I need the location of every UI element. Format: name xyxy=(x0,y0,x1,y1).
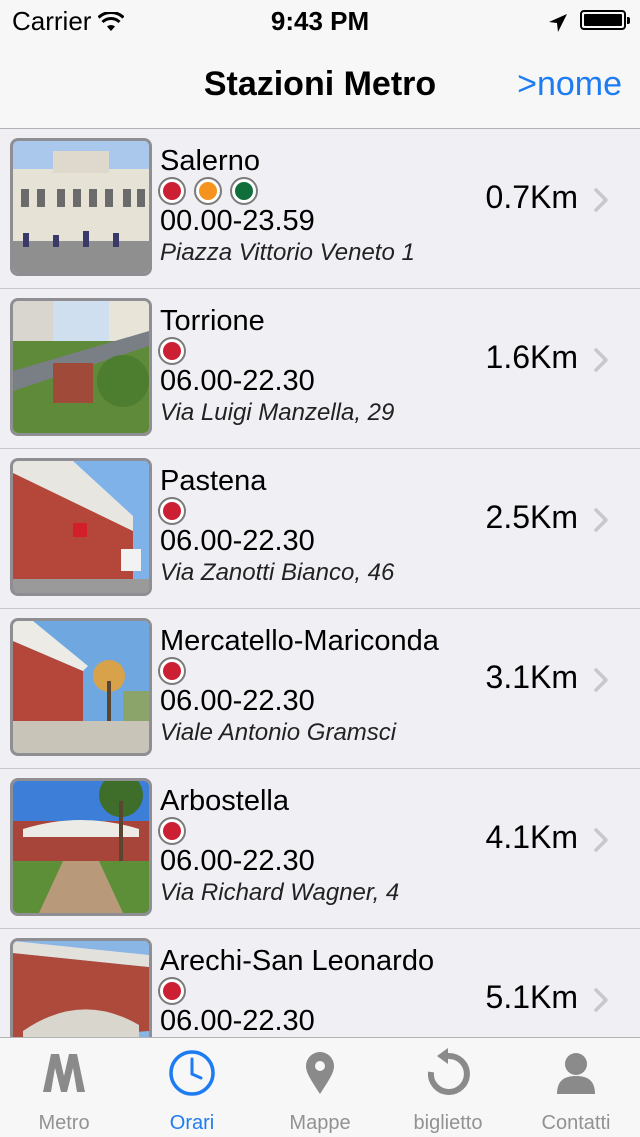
station-address: Via Zanotti Bianco, 46 xyxy=(160,559,395,586)
station-photo xyxy=(10,618,152,756)
clock-icon xyxy=(167,1048,217,1098)
chevron-right-icon xyxy=(593,187,609,218)
opening-hours: 06.00-22.30 xyxy=(160,1005,315,1037)
status-time: 9:43 PM xyxy=(270,6,370,36)
station-name: Arechi-San Leonardo xyxy=(160,945,435,977)
tab-label: Contatti xyxy=(541,1112,611,1134)
metro-lines xyxy=(158,337,194,367)
sort-by-name-button[interactable]: >nome xyxy=(517,65,622,104)
tab-bar: Metro Orari Mappe biglietto Contatti xyxy=(0,1037,640,1137)
station-distance: 2.5Km xyxy=(485,499,578,535)
metro-lines xyxy=(158,497,194,527)
station-list[interactable]: Salerno 00.00-23.59 Piazza Vittorio Veneto… xyxy=(0,129,640,1037)
station-name: Pastena xyxy=(160,465,267,497)
station-row[interactable]: Arbostella 06.00-22.30 Via Richard Wagner,… xyxy=(0,769,640,929)
station-row[interactable]: Arechi-San Leonardo 06.00-22.30 5.1Km xyxy=(0,929,640,1037)
chevron-right-icon xyxy=(593,507,609,538)
navigation-bar: Stazioni Metro >nome xyxy=(0,40,640,129)
status-bar: Carrier 9:43 PM xyxy=(0,0,640,40)
station-photo xyxy=(10,938,152,1037)
map-pin-icon xyxy=(295,1048,345,1098)
chevron-right-icon xyxy=(593,347,609,378)
metro-lines xyxy=(158,177,266,207)
line-green-icon xyxy=(230,177,258,205)
station-distance: 4.1Km xyxy=(485,819,578,855)
station-distance: 3.1Km xyxy=(485,659,578,695)
station-distance: 0.7Km xyxy=(485,179,578,215)
tab-label: Mappe xyxy=(289,1112,351,1134)
station-name: Mercatello-Mariconda xyxy=(160,625,439,657)
station-distance: 1.6Km xyxy=(485,339,578,375)
station-name: Torrione xyxy=(160,305,265,337)
line-red-icon xyxy=(158,337,186,365)
station-name: Arbostella xyxy=(160,785,289,817)
tab-label: biglietto xyxy=(413,1112,483,1134)
chevron-right-icon xyxy=(593,987,609,1018)
station-address: Via Luigi Manzella, 29 xyxy=(160,399,395,426)
line-red-icon xyxy=(158,977,186,1005)
line-red-icon xyxy=(158,817,186,845)
metro-lines xyxy=(158,977,194,1007)
chevron-right-icon xyxy=(593,827,609,858)
station-photo xyxy=(10,778,152,916)
station-distance: 5.1Km xyxy=(485,979,578,1015)
tab-contatti[interactable]: Contatti xyxy=(512,1038,640,1137)
line-red-icon xyxy=(158,657,186,685)
station-row[interactable]: Torrione 06.00-22.30 Via Luigi Manzella, 2… xyxy=(0,289,640,449)
tab-metro[interactable]: Metro xyxy=(0,1038,128,1137)
line-orange-icon xyxy=(194,177,222,205)
refresh-icon xyxy=(423,1048,473,1098)
station-photo xyxy=(10,138,152,276)
opening-hours: 06.00-22.30 xyxy=(160,525,315,557)
line-red-icon xyxy=(158,497,186,525)
battery-icon xyxy=(580,10,630,30)
tab-orari[interactable]: Orari xyxy=(128,1038,256,1137)
opening-hours: 06.00-22.30 xyxy=(160,685,315,717)
station-photo xyxy=(10,458,152,596)
station-address: Piazza Vittorio Veneto 1 xyxy=(160,239,415,266)
station-address: Viale Antonio Gramsci xyxy=(160,719,397,746)
line-red-icon xyxy=(158,177,186,205)
tab-biglietto[interactable]: biglietto xyxy=(384,1038,512,1137)
opening-hours: 06.00-22.30 xyxy=(160,845,315,877)
tab-label: Orari xyxy=(169,1112,215,1134)
opening-hours: 06.00-22.30 xyxy=(160,365,315,397)
tab-mappe[interactable]: Mappe xyxy=(256,1038,384,1137)
station-address: Via Richard Wagner, 4 xyxy=(160,879,400,906)
tab-label: Metro xyxy=(38,1112,90,1134)
station-row[interactable]: Salerno 00.00-23.59 Piazza Vittorio Veneto… xyxy=(0,129,640,289)
station-name: Salerno xyxy=(160,145,260,177)
metro-lines xyxy=(158,657,194,687)
station-row[interactable]: Mercatello-Mariconda 06.00-22.30 Viale Ant… xyxy=(0,609,640,769)
station-photo xyxy=(10,298,152,436)
opening-hours: 00.00-23.59 xyxy=(160,205,315,237)
chevron-right-icon xyxy=(593,667,609,698)
contact-person-icon xyxy=(551,1048,601,1098)
station-row[interactable]: Pastena 06.00-22.30 Via Zanotti Bianco, 46… xyxy=(0,449,640,609)
location-arrow-icon xyxy=(548,9,568,40)
metro-lines xyxy=(158,817,194,847)
metro-m-icon xyxy=(39,1048,89,1098)
